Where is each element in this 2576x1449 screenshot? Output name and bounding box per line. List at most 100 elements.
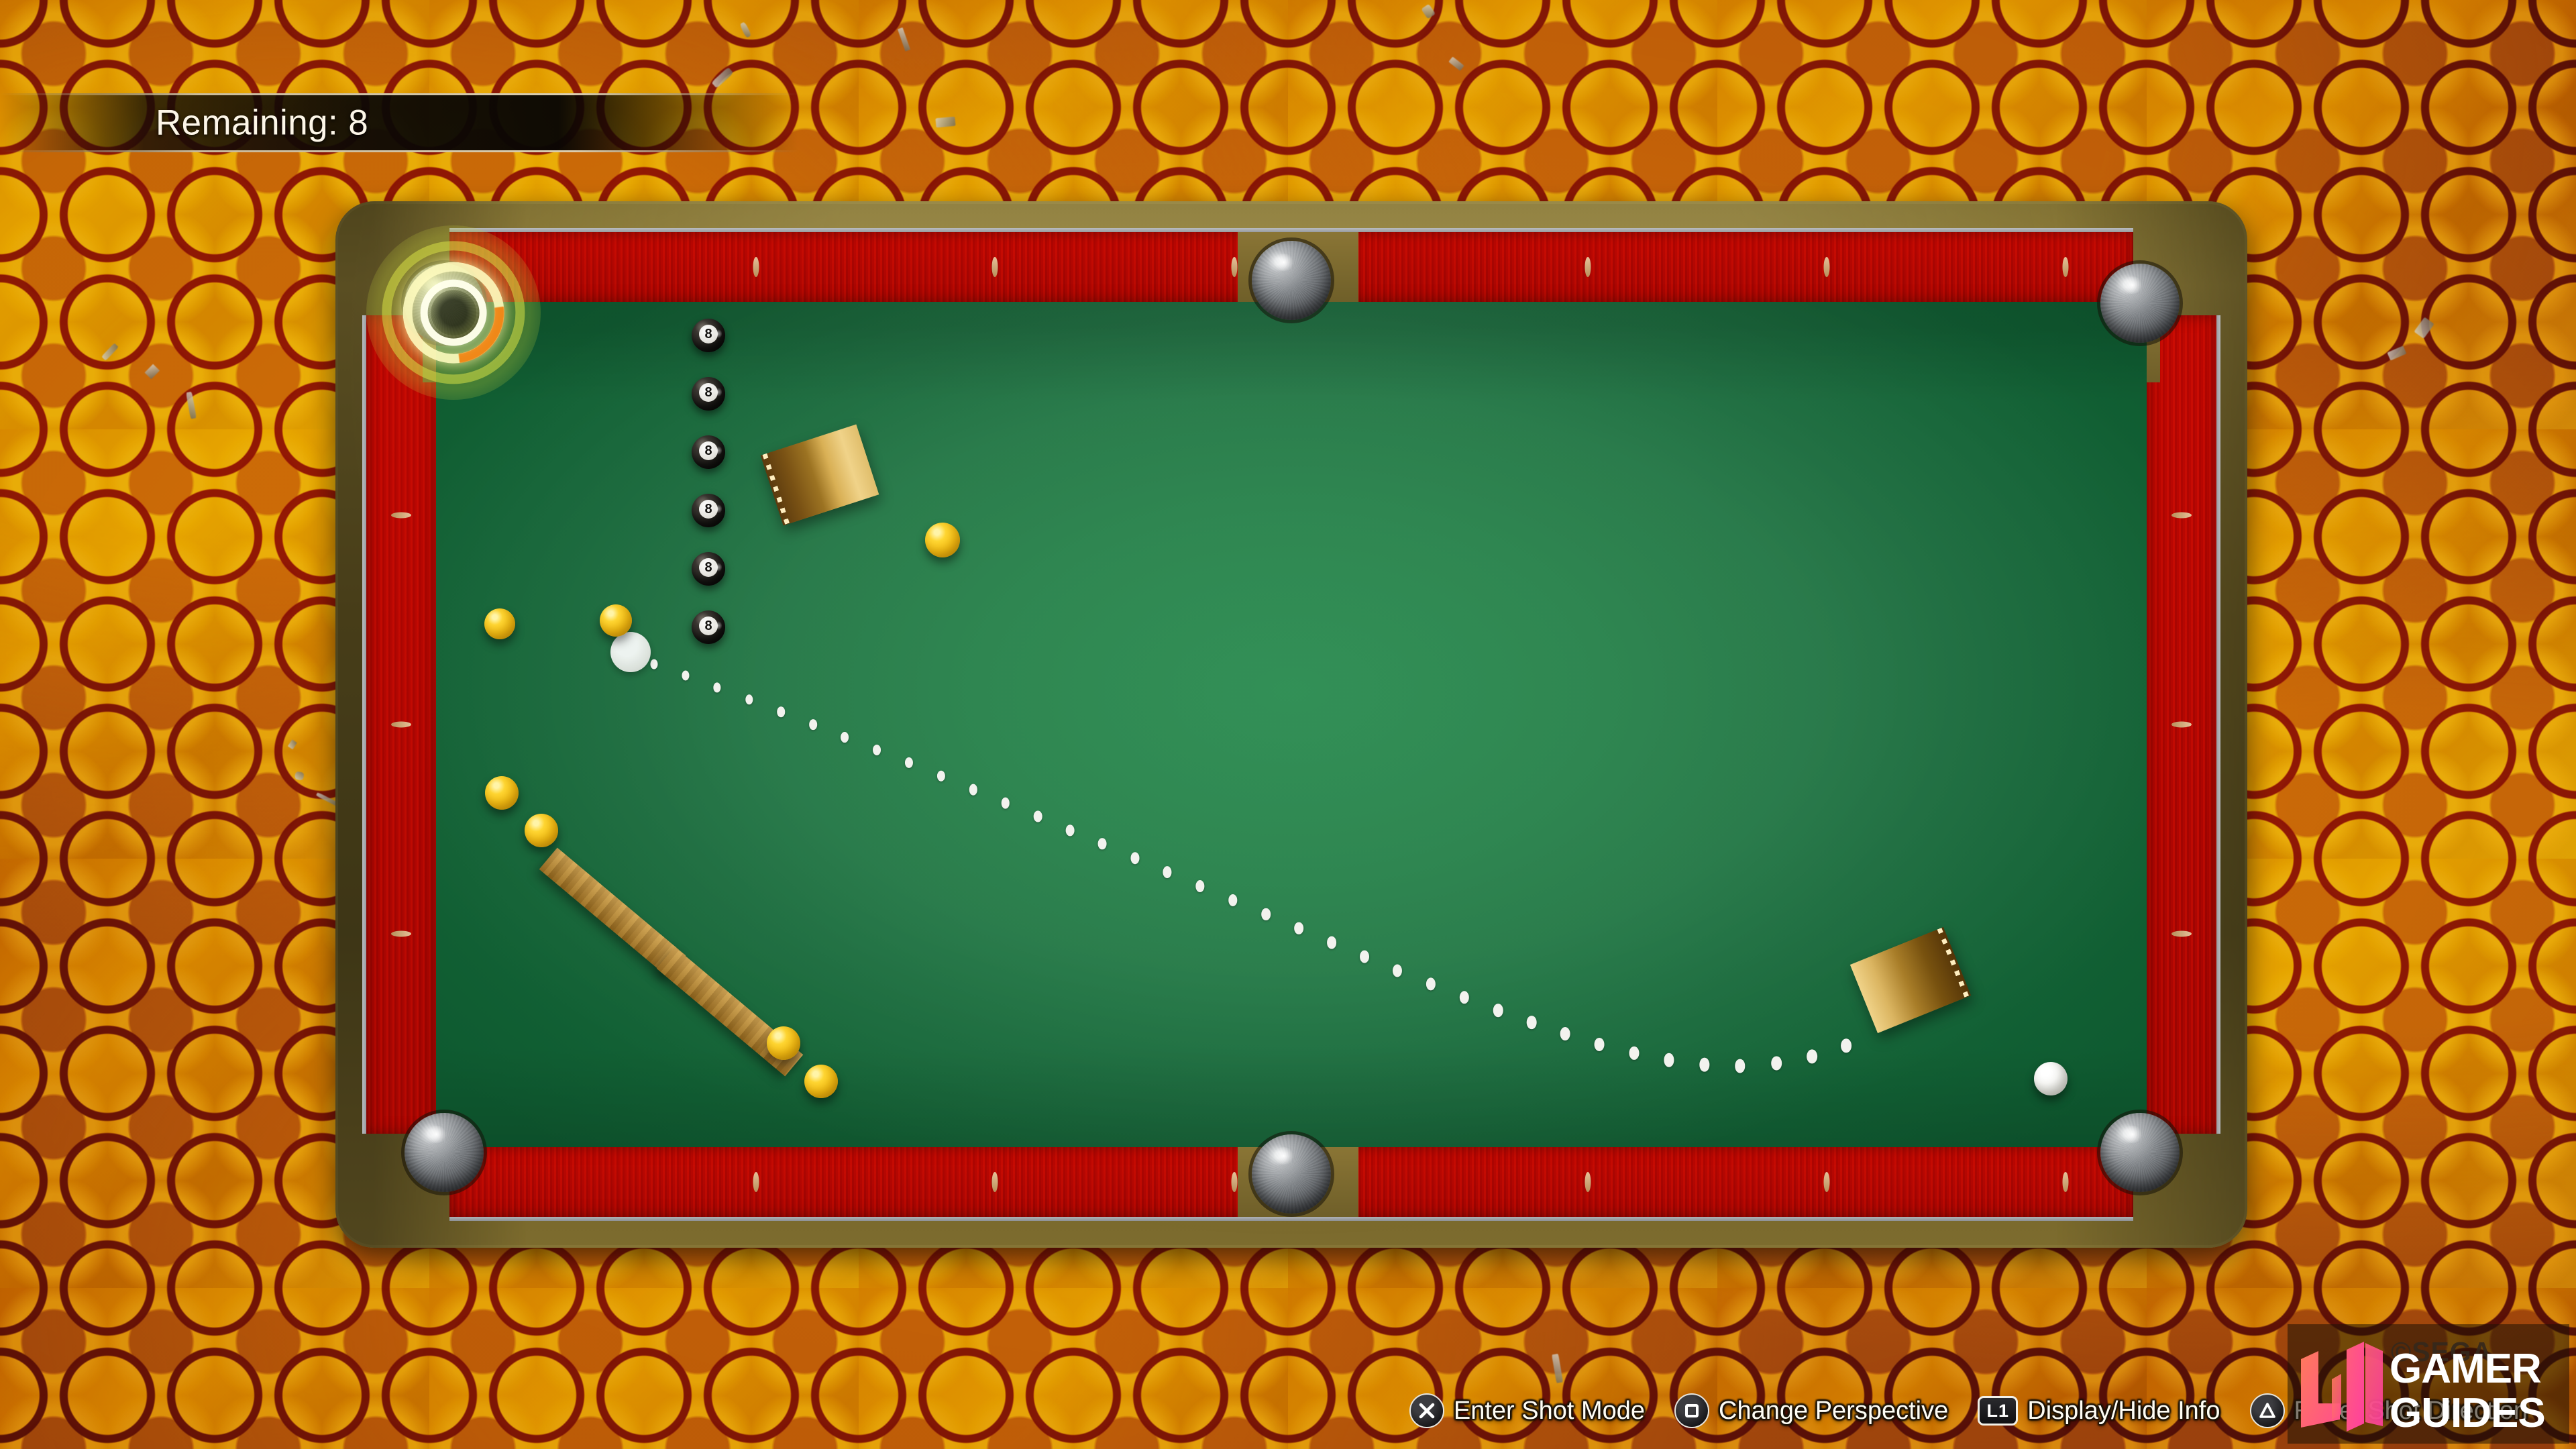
trajectory-dot bbox=[651, 659, 658, 669]
pocket-texture bbox=[1252, 1134, 1331, 1214]
pocket-bottom-right[interactable] bbox=[2100, 1113, 2180, 1192]
pocket-top-middle[interactable] bbox=[1252, 241, 1331, 320]
eight-ball-highlight bbox=[714, 621, 722, 631]
button-prompt[interactable]: Enter Shot Mode bbox=[1409, 1393, 1645, 1428]
rail-sight-diamond bbox=[2171, 513, 2192, 519]
trajectory-dot bbox=[1493, 1004, 1503, 1017]
eight-ball-highlight bbox=[714, 387, 722, 397]
gamer-guides-logo-icon bbox=[2293, 1339, 2395, 1433]
button-prompt-label: Enter Shot Mode bbox=[1454, 1397, 1645, 1426]
yellow-ball[interactable] bbox=[525, 814, 558, 847]
rail-sight-diamond bbox=[1585, 1172, 1591, 1192]
trajectory-dot bbox=[1699, 1058, 1709, 1072]
trajectory-dot bbox=[1098, 838, 1107, 849]
rail-sight-diamond bbox=[1824, 1172, 1830, 1192]
pocket-bottom-middle[interactable] bbox=[1252, 1134, 1331, 1214]
rail-sight-diamond bbox=[753, 257, 759, 277]
rail-sight-diamond bbox=[992, 257, 998, 277]
yellow-ball[interactable] bbox=[600, 604, 632, 637]
pocket-texture bbox=[405, 264, 484, 343]
cross-button-icon[interactable] bbox=[1409, 1393, 1444, 1428]
trajectory-dot bbox=[873, 745, 881, 755]
trajectory-dot bbox=[1527, 1016, 1537, 1029]
queue-eight-ball: 8 bbox=[692, 610, 725, 644]
rail-sight-diamond bbox=[2063, 1172, 2069, 1192]
eight-ball-highlight bbox=[714, 445, 722, 455]
button-face bbox=[1409, 1393, 1444, 1428]
trajectory-dot bbox=[841, 732, 849, 743]
triangle-button-icon[interactable] bbox=[2250, 1393, 2285, 1428]
eight-ball-highlight bbox=[714, 504, 722, 514]
trajectory-dot bbox=[1130, 852, 1139, 864]
eight-ball-highlight bbox=[714, 562, 722, 572]
trajectory-dot bbox=[1393, 964, 1402, 977]
ghost-ball-aim-marker bbox=[610, 632, 651, 672]
trajectory-dot bbox=[969, 784, 977, 796]
button-prompt-label: Display/Hide Info bbox=[2027, 1397, 2220, 1426]
pocket-top-right[interactable] bbox=[2100, 264, 2180, 343]
queue-eight-ball: 8 bbox=[692, 377, 725, 411]
cue-ball[interactable] bbox=[2034, 1062, 2068, 1095]
button-prompt-label: Change Perspective bbox=[1719, 1397, 1948, 1426]
pocket-texture bbox=[405, 1113, 484, 1192]
watermark-line-guides: GUIDES bbox=[2390, 1394, 2545, 1432]
yellow-ball[interactable] bbox=[484, 608, 515, 639]
trajectory-dot bbox=[1595, 1038, 1605, 1051]
trajectory-dot bbox=[1163, 866, 1171, 878]
trajectory-dot bbox=[1664, 1053, 1674, 1067]
trajectory-dot bbox=[1066, 824, 1075, 836]
trajectory-dot bbox=[1327, 936, 1336, 949]
rail-sight-diamond bbox=[391, 513, 411, 519]
trajectory-dot bbox=[1261, 908, 1271, 920]
rail-sight-diamond bbox=[2171, 931, 2192, 937]
eight-ball-highlight bbox=[714, 329, 722, 339]
trajectory-dot bbox=[777, 706, 785, 717]
rail-sight-diamond bbox=[1231, 1172, 1237, 1192]
trajectory-dot bbox=[809, 719, 817, 730]
rail-sight-diamond bbox=[1231, 257, 1237, 277]
pocket-top-left[interactable] bbox=[405, 264, 484, 343]
rail-sight-diamond bbox=[391, 722, 411, 728]
button-prompt-bar: Enter Shot Mode Change Perspective L1 Displ… bbox=[0, 1387, 2576, 1434]
queue-eight-ball: 8 bbox=[692, 494, 725, 527]
queue-eight-ball: 8 bbox=[692, 319, 725, 352]
queue-eight-ball: 8 bbox=[692, 552, 725, 586]
pocket-texture bbox=[2100, 264, 2180, 343]
rail-sight-diamond bbox=[2171, 722, 2192, 728]
wallpaper-speck bbox=[935, 117, 955, 128]
rail-sight-diamond bbox=[1585, 257, 1591, 277]
trajectory-dot bbox=[1771, 1056, 1782, 1070]
trajectory-dot bbox=[1360, 951, 1369, 963]
hud-banner: Remaining: 8 bbox=[0, 93, 798, 152]
trajectory-dot bbox=[1294, 922, 1303, 934]
button-face bbox=[2250, 1393, 2285, 1428]
yellow-ball[interactable] bbox=[925, 523, 960, 557]
watermark-line-gamer: GAMER bbox=[2390, 1350, 2541, 1388]
trajectory-dot bbox=[1841, 1038, 1851, 1053]
pool-table: 8 8 8 8 8 8 bbox=[335, 201, 2247, 1248]
yellow-ball[interactable] bbox=[767, 1026, 800, 1060]
button-prompt[interactable]: L1 Display/Hide Info bbox=[1978, 1393, 2220, 1428]
button-prompt[interactable]: Change Perspective bbox=[1674, 1393, 1948, 1428]
rail-sight-diamond bbox=[1824, 257, 1830, 277]
trajectory-dot bbox=[1807, 1049, 1817, 1063]
pocket-bottom-left[interactable] bbox=[405, 1113, 484, 1192]
l1-label: L1 bbox=[1978, 1396, 2018, 1426]
yellow-ball[interactable] bbox=[485, 776, 519, 810]
pocket-texture bbox=[1252, 241, 1331, 320]
yellow-ball[interactable] bbox=[804, 1065, 838, 1098]
pocket-texture bbox=[2100, 1113, 2180, 1192]
remaining-count-label: Remaining: 8 bbox=[156, 103, 368, 144]
wallpaper-speck bbox=[294, 771, 305, 780]
l1-shoulder-button-icon[interactable]: L1 bbox=[1978, 1393, 2018, 1428]
gamer-guides-watermark: ©SEGA GAMER GUIDES bbox=[2288, 1324, 2569, 1444]
rail-sight-diamond bbox=[992, 1172, 998, 1192]
trajectory-dot bbox=[1560, 1027, 1570, 1040]
rail-sight-diamond bbox=[2063, 257, 2069, 277]
button-face bbox=[1674, 1393, 1709, 1428]
square-button-icon[interactable] bbox=[1674, 1393, 1709, 1428]
trajectory-dot bbox=[1034, 810, 1042, 822]
rail-sight-diamond bbox=[753, 1172, 759, 1192]
queue-eight-ball: 8 bbox=[692, 435, 725, 469]
rail-sight-diamond bbox=[391, 931, 411, 937]
